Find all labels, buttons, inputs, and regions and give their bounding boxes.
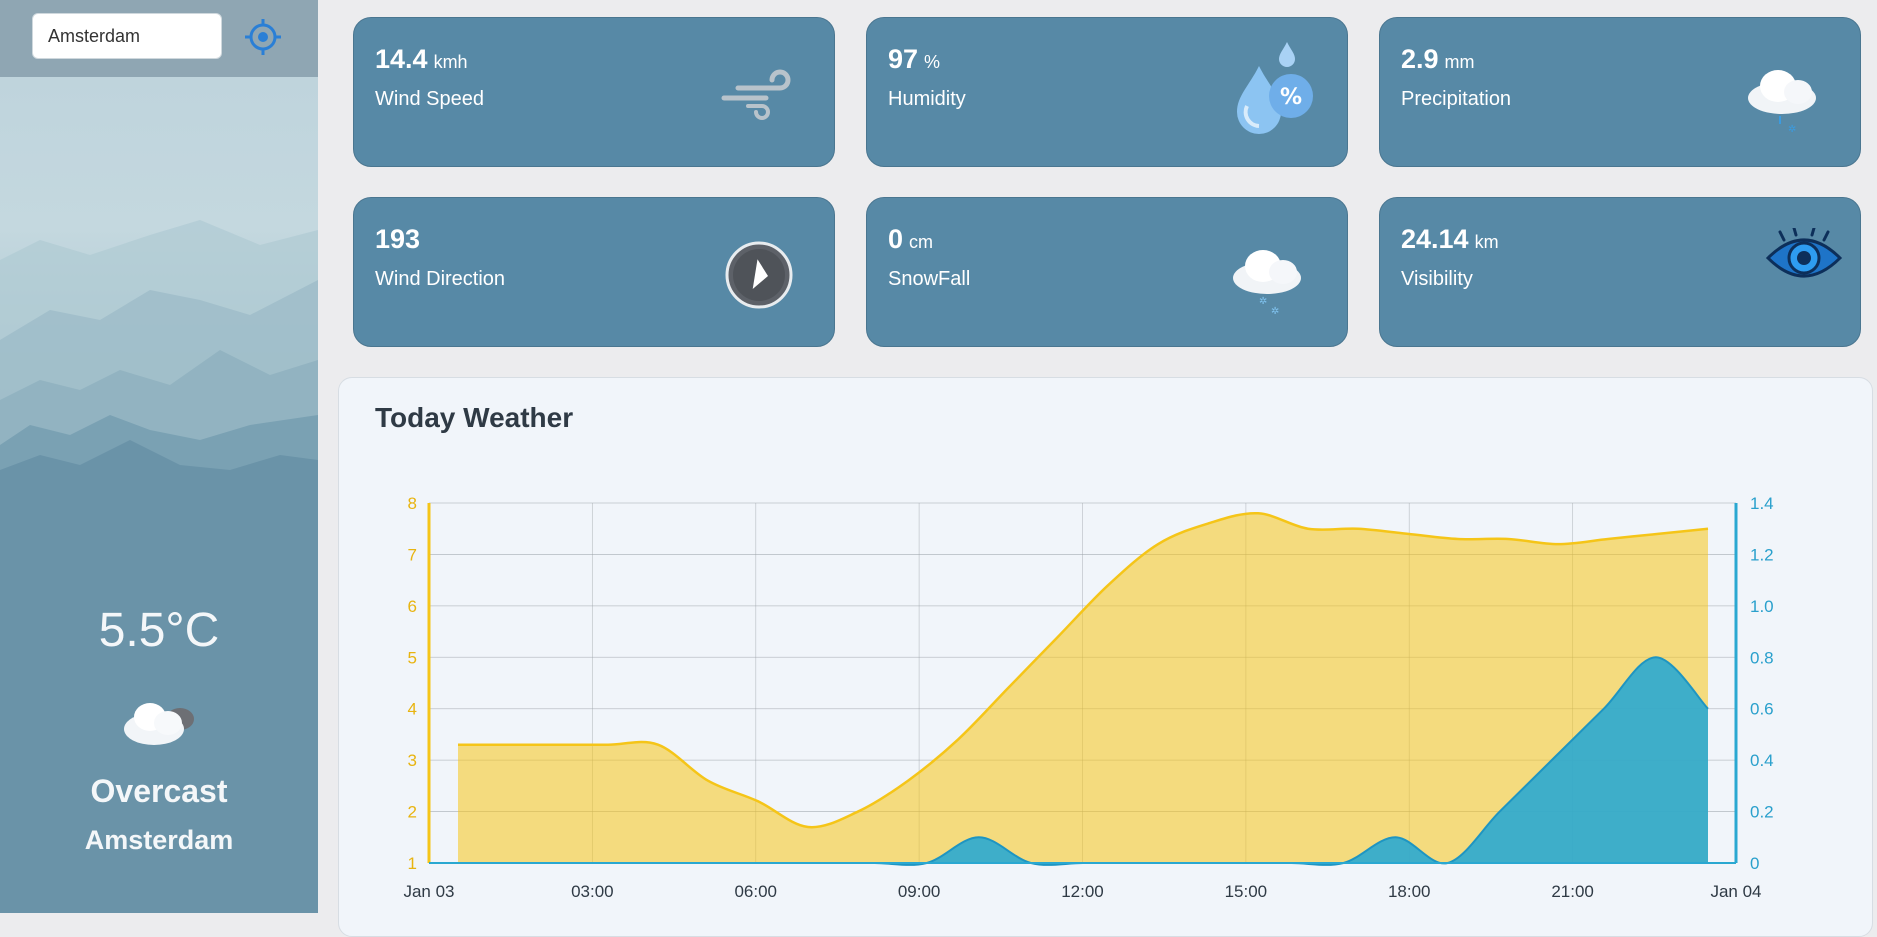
today-weather-chart: 1 2 3 4 5 6 7 8 Jan 03 03:00 06:00 09:00 12:00 15:00 1… bbox=[403, 494, 1774, 901]
x-tick-label: 09:00 bbox=[898, 882, 941, 901]
card-label: Visibility bbox=[1401, 268, 1473, 290]
weather-condition: Overcast bbox=[90, 773, 228, 809]
card-value: 2.9 mm bbox=[1401, 44, 1475, 74]
y-right-tick-label: 1.0 bbox=[1750, 597, 1774, 616]
svg-text:%: % bbox=[1280, 85, 1302, 110]
wind-speed-card: 14.4 kmh Wind Speed bbox=[353, 17, 835, 167]
x-tick-label: 18:00 bbox=[1388, 882, 1431, 901]
x-tick-label: Jan 04 bbox=[1710, 882, 1761, 901]
card-label: Humidity bbox=[888, 88, 966, 110]
wind-icon bbox=[721, 69, 791, 120]
snowfall-card: 0 cm SnowFall ✲ ✲ bbox=[866, 197, 1348, 347]
wind-direction-card: 193 Wind Direction bbox=[353, 197, 835, 347]
card-value: 24.14 km bbox=[1401, 224, 1499, 254]
compass-icon bbox=[725, 241, 793, 309]
city-search-input[interactable] bbox=[32, 13, 222, 59]
x-tick-label: 06:00 bbox=[734, 882, 777, 901]
humidity-card: 97% Humidity % bbox=[866, 17, 1348, 167]
snow-cloud-icon: ✲ ✲ bbox=[1233, 250, 1301, 316]
current-temperature: 5.5°C bbox=[98, 604, 220, 657]
city-name: Amsterdam bbox=[84, 825, 234, 855]
y-right-tick-label: 0 bbox=[1750, 854, 1759, 873]
card-value: 14.4 kmh bbox=[375, 44, 468, 74]
card-label: Wind Speed bbox=[375, 88, 484, 110]
card-label: Wind Direction bbox=[375, 268, 506, 290]
y-left-tick-label: 6 bbox=[408, 597, 417, 616]
x-tick-label: 12:00 bbox=[1061, 882, 1104, 901]
sidebar: 5.5°C Overcast Amsterdam bbox=[0, 0, 318, 913]
y-left-tick-label: 3 bbox=[408, 751, 417, 770]
x-tick-label: 21:00 bbox=[1551, 882, 1594, 901]
card-label: Precipitation bbox=[1401, 88, 1512, 110]
svg-text:✲: ✲ bbox=[1271, 306, 1279, 316]
y-left-tick-label: 8 bbox=[408, 494, 417, 513]
card-value: 0 cm bbox=[888, 224, 934, 254]
card-value: 97% bbox=[888, 44, 941, 74]
y-right-tick-label: 0.2 bbox=[1750, 803, 1774, 822]
y-right-tick-label: 1.4 bbox=[1750, 494, 1774, 513]
y-left-tick-label: 7 bbox=[408, 545, 417, 564]
overcast-cloud-icon bbox=[124, 703, 194, 745]
y-right-tick-label: 0.8 bbox=[1750, 648, 1774, 667]
today-weather-panel: Today Weather 1 2 3 4 5 6 7 8 Jan 03 03:00 06:00 09… bbox=[338, 377, 1873, 937]
y-left-tick-label: 1 bbox=[408, 854, 417, 873]
y-left-tick-label: 2 bbox=[408, 803, 417, 822]
y-right-tick-label: 0.6 bbox=[1750, 700, 1774, 719]
y-right-tick-label: 0.4 bbox=[1750, 751, 1774, 770]
y-left-tick-label: 4 bbox=[408, 700, 417, 719]
humidity-icon: % bbox=[1237, 42, 1313, 134]
card-value: 193 bbox=[375, 224, 421, 254]
x-tick-label: 03:00 bbox=[571, 882, 614, 901]
y-left-tick-label: 5 bbox=[408, 648, 417, 667]
svg-text:✲: ✲ bbox=[1259, 296, 1267, 307]
eye-icon bbox=[1765, 228, 1843, 278]
rain-cloud-icon: ✲ bbox=[1748, 70, 1816, 135]
y-right-tick-label: 1.2 bbox=[1750, 545, 1774, 564]
card-label: SnowFall bbox=[888, 268, 971, 290]
svg-text:✲: ✲ bbox=[1788, 124, 1796, 135]
locate-icon[interactable] bbox=[244, 18, 282, 56]
visibility-card: 24.14 km Visibility bbox=[1379, 197, 1861, 347]
precipitation-card: 2.9 mm Precipitation ✲ bbox=[1379, 17, 1861, 167]
x-tick-label: 15:00 bbox=[1225, 882, 1268, 901]
x-tick-label: Jan 03 bbox=[403, 882, 454, 901]
